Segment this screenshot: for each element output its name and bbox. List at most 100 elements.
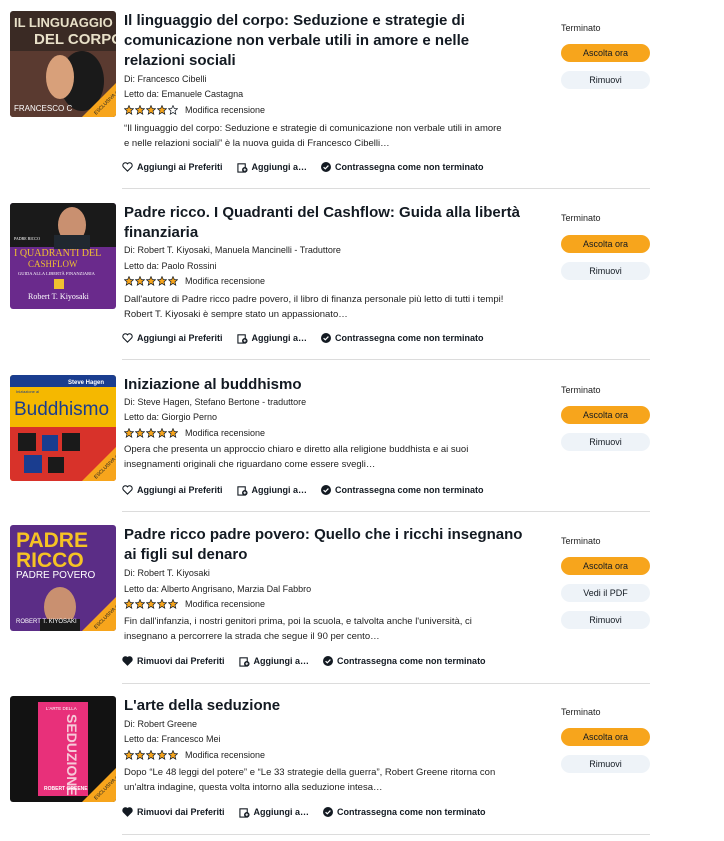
add-to-label: Aggiungi a…	[253, 656, 310, 666]
star-filled-icon[interactable]	[168, 750, 178, 760]
favorite-button[interactable]: Rimuovi dai Preferiti	[122, 656, 225, 666]
status-label: Terminato	[561, 385, 601, 395]
rating: Modifica recensione	[124, 275, 265, 287]
favorite-button[interactable]: Aggiungi ai Preferiti	[122, 333, 223, 343]
remove-button[interactable]: Rimuovi	[561, 611, 650, 629]
book-author[interactable]: Di: Francesco Cibelli	[124, 74, 207, 85]
mark-unfinished-button[interactable]: Contrassegna come non terminato	[321, 162, 484, 172]
book-narrator[interactable]: Letto da: Emanuele Castagna	[124, 89, 243, 100]
cover-title-line: PADRE RICCO	[14, 236, 40, 241]
star-filled-icon[interactable]	[157, 428, 167, 438]
remove-button[interactable]: Rimuovi	[561, 71, 650, 89]
remove-button[interactable]: Rimuovi	[561, 433, 650, 451]
book-summary: Fin dall'infanzia, i nostri genitori pri…	[124, 616, 472, 642]
star-rating[interactable]	[124, 276, 179, 286]
edit-review-link[interactable]: Modifica recensione	[185, 428, 265, 438]
book-author[interactable]: Di: Robert T. Kiyosaki, Manuela Mancinel…	[124, 245, 341, 256]
view-pdf-button[interactable]: Vedi il PDF	[561, 584, 650, 602]
book-cover[interactable]: L'ARTE DELLA SEDUZIONE ROBERT GREENE ESC…	[10, 696, 116, 802]
book-cover[interactable]: PADRE RICCO I QUADRANTI DEL CASHFLOW GUI…	[10, 203, 116, 309]
book-summary: “Il linguaggio del corpo: Seduzione e st…	[124, 123, 502, 149]
mark-unfinished-button[interactable]: Contrassegna come non terminato	[323, 656, 486, 666]
book-author[interactable]: Di: Robert T. Kiyosaki	[124, 568, 210, 579]
listen-now-button[interactable]: Ascolta ora	[561, 44, 650, 62]
mark-unfinished-button[interactable]: Contrassegna come non terminato	[321, 485, 484, 495]
book-cover[interactable]: Steve Hagen Iniziazione al Buddhismo ESC…	[10, 375, 116, 481]
star-filled-icon[interactable]	[168, 428, 178, 438]
add-to-label: Aggiungi a…	[253, 807, 310, 817]
favorite-button[interactable]: Rimuovi dai Preferiti	[122, 807, 225, 817]
star-filled-icon[interactable]	[146, 428, 156, 438]
book-narrator[interactable]: Letto da: Francesco Mei	[124, 734, 221, 745]
edit-review-link[interactable]: Modifica recensione	[185, 105, 265, 115]
status-label: Terminato	[561, 707, 601, 717]
add-to-collection-button[interactable]: Aggiungi a…	[236, 333, 307, 344]
book-title[interactable]: Il linguaggio del corpo: Seduzione e str…	[124, 11, 524, 71]
star-filled-icon[interactable]	[135, 276, 145, 286]
star-filled-icon[interactable]	[157, 750, 167, 760]
cover-title-line: Buddhismo	[14, 399, 109, 420]
star-filled-icon[interactable]	[157, 276, 167, 286]
favorite-button[interactable]: Aggiungi ai Preferiti	[122, 162, 223, 172]
book-title[interactable]: Iniziazione al buddhismo	[124, 375, 524, 395]
book-title[interactable]: Padre ricco. I Quadranti del Cashflow: G…	[124, 203, 524, 243]
star-filled-icon[interactable]	[124, 276, 134, 286]
mark-unfinished-label: Contrassegna come non terminato	[335, 485, 484, 495]
star-filled-icon[interactable]	[146, 599, 156, 609]
add-to-collection-button[interactable]: Aggiungi a…	[236, 485, 307, 496]
star-filled-icon[interactable]	[135, 105, 145, 115]
book-narrator[interactable]: Letto da: Alberto Angrisano, Marzia Dal …	[124, 584, 311, 595]
star-filled-icon[interactable]	[124, 750, 134, 760]
remove-button[interactable]: Rimuovi	[561, 262, 650, 280]
edit-review-link[interactable]: Modifica recensione	[185, 599, 265, 609]
book-narrator[interactable]: Letto da: Giorgio Perno	[124, 412, 217, 423]
mark-unfinished-button[interactable]: Contrassegna come non terminato	[323, 807, 486, 817]
book-title[interactable]: L'arte della seduzione	[124, 696, 524, 716]
star-filled-icon[interactable]	[124, 105, 134, 115]
book-summary: Opera che presenta un approccio chiaro e…	[124, 444, 469, 470]
listen-now-button[interactable]: Ascolta ora	[561, 235, 650, 253]
star-filled-icon[interactable]	[168, 599, 178, 609]
star-filled-icon[interactable]	[135, 599, 145, 609]
book-cover[interactable]: IL LINGUAGGIO DEL CORPO FRANCESCO C ESCL…	[10, 11, 116, 117]
book-title[interactable]: Padre ricco padre povero: Quello che i r…	[124, 525, 524, 565]
divider	[122, 834, 650, 835]
book-narrator[interactable]: Letto da: Paolo Rossini	[124, 261, 217, 272]
favorite-button[interactable]: Aggiungi ai Preferiti	[122, 485, 223, 495]
star-rating[interactable]	[124, 599, 179, 609]
edit-review-link[interactable]: Modifica recensione	[185, 750, 265, 760]
star-filled-icon[interactable]	[168, 276, 178, 286]
add-to-collection-button[interactable]: Aggiungi a…	[236, 162, 307, 173]
star-filled-icon[interactable]	[157, 599, 167, 609]
add-to-collection-button[interactable]: Aggiungi a…	[238, 656, 310, 667]
book-author[interactable]: Di: Steve Hagen, Stefano Bertone - tradu…	[124, 397, 306, 408]
star-filled-icon[interactable]	[146, 105, 156, 115]
star-rating[interactable]	[124, 105, 179, 115]
star-filled-icon[interactable]	[135, 428, 145, 438]
remove-button[interactable]: Rimuovi	[561, 755, 650, 773]
star-outline-icon[interactable]	[168, 105, 178, 115]
star-filled-icon[interactable]	[146, 276, 156, 286]
edit-review-link[interactable]: Modifica recensione	[185, 276, 265, 286]
star-rating[interactable]	[124, 750, 179, 760]
favorite-label: Rimuovi dai Preferiti	[137, 656, 225, 666]
listen-now-button[interactable]: Ascolta ora	[561, 728, 650, 746]
rating: Modifica recensione	[124, 427, 265, 439]
star-rating[interactable]	[124, 428, 179, 438]
star-filled-icon[interactable]	[146, 750, 156, 760]
listen-now-button[interactable]: Ascolta ora	[561, 557, 650, 575]
book-author[interactable]: Di: Robert Greene	[124, 719, 197, 730]
listen-now-button[interactable]: Ascolta ora	[561, 406, 650, 424]
mark-unfinished-button[interactable]: Contrassegna come non terminato	[321, 333, 484, 343]
star-filled-icon[interactable]	[157, 105, 167, 115]
heart-outline-icon	[122, 485, 133, 495]
star-filled-icon[interactable]	[124, 428, 134, 438]
book-cover[interactable]: PADRE RICCO PADRE POVERO ROBERT T. KIYOS…	[10, 525, 116, 631]
divider	[122, 511, 650, 512]
favorite-label: Rimuovi dai Preferiti	[137, 807, 225, 817]
star-filled-icon[interactable]	[135, 750, 145, 760]
cover-title-line: GUIDA ALLA LIBERTÀ FINANZIARIA	[18, 271, 96, 276]
star-filled-icon[interactable]	[124, 599, 134, 609]
cover-title-line: RICCO	[16, 549, 84, 572]
add-to-collection-button[interactable]: Aggiungi a…	[238, 807, 310, 818]
